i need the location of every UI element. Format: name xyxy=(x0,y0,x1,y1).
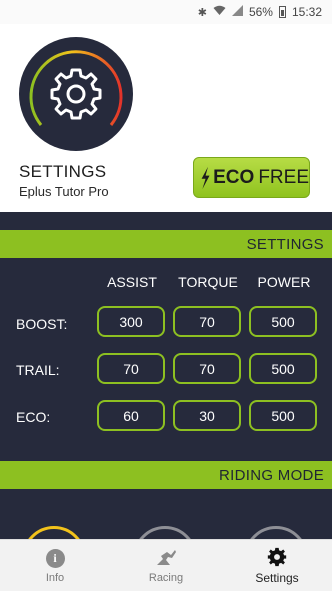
nav-info-label: Info xyxy=(45,571,65,584)
riding-mode-section-title: RIDING MODE xyxy=(219,466,324,484)
row-label-eco: ECO: xyxy=(16,409,51,425)
status-bar: ✱ 56% 15:32 xyxy=(0,0,332,24)
column-header-torque: TORQUE xyxy=(178,274,238,290)
settings-section-title: SETTINGS xyxy=(246,235,324,253)
nav-settings-label: Settings xyxy=(255,571,299,585)
nav-racing[interactable]: Racing xyxy=(111,540,221,591)
boost-power-field[interactable]: 500 xyxy=(249,306,317,337)
column-header-power: POWER xyxy=(257,274,311,290)
riding-mode-section-header: RIDING MODE xyxy=(0,461,332,489)
gear-icon xyxy=(50,68,102,120)
eco-free-badge[interactable]: ECO FREE xyxy=(193,157,310,198)
nav-racing-label: Racing xyxy=(148,572,184,584)
bottom-navigation: i Info Racing Settings xyxy=(0,539,332,591)
settings-gauge xyxy=(19,37,133,151)
trail-torque-field[interactable]: 70 xyxy=(173,353,241,384)
eco-torque-field[interactable]: 30 xyxy=(173,400,241,431)
bluetooth-icon: ✱ xyxy=(197,6,207,19)
row-label-trail: TRAIL: xyxy=(16,362,60,378)
lightning-bolt-icon xyxy=(201,166,210,189)
device-name: Eplus Tutor Pro xyxy=(19,184,109,199)
row-label-boost: BOOST: xyxy=(16,316,68,332)
eco-power-field[interactable]: 500 xyxy=(249,400,317,431)
eco-badge-bold-label: ECO xyxy=(213,166,255,188)
info-icon: i xyxy=(45,548,65,568)
column-header-assist: ASSIST xyxy=(107,274,157,290)
eco-assist-field[interactable]: 60 xyxy=(97,400,165,431)
nav-info[interactable]: i Info xyxy=(0,540,110,591)
nav-settings[interactable]: Settings xyxy=(222,540,332,591)
page-title: SETTINGS xyxy=(19,162,107,181)
boost-torque-field[interactable]: 70 xyxy=(173,306,241,337)
boost-assist-field[interactable]: 300 xyxy=(97,306,165,337)
settings-panel: SETTINGS ASSIST TORQUE POWER BOOST: 300 … xyxy=(0,212,332,590)
gear-icon xyxy=(267,547,287,567)
clock: 15:32 xyxy=(291,5,322,19)
racing-icon xyxy=(157,550,176,565)
wifi-icon xyxy=(213,5,226,19)
settings-section-header: SETTINGS xyxy=(0,230,332,258)
trail-power-field[interactable]: 500 xyxy=(249,353,317,384)
eco-badge-label: FREE xyxy=(258,166,309,188)
battery-icon xyxy=(278,6,286,18)
cell-signal-icon xyxy=(231,5,243,19)
trail-assist-field[interactable]: 70 xyxy=(97,353,165,384)
battery-percent: 56% xyxy=(248,5,273,19)
